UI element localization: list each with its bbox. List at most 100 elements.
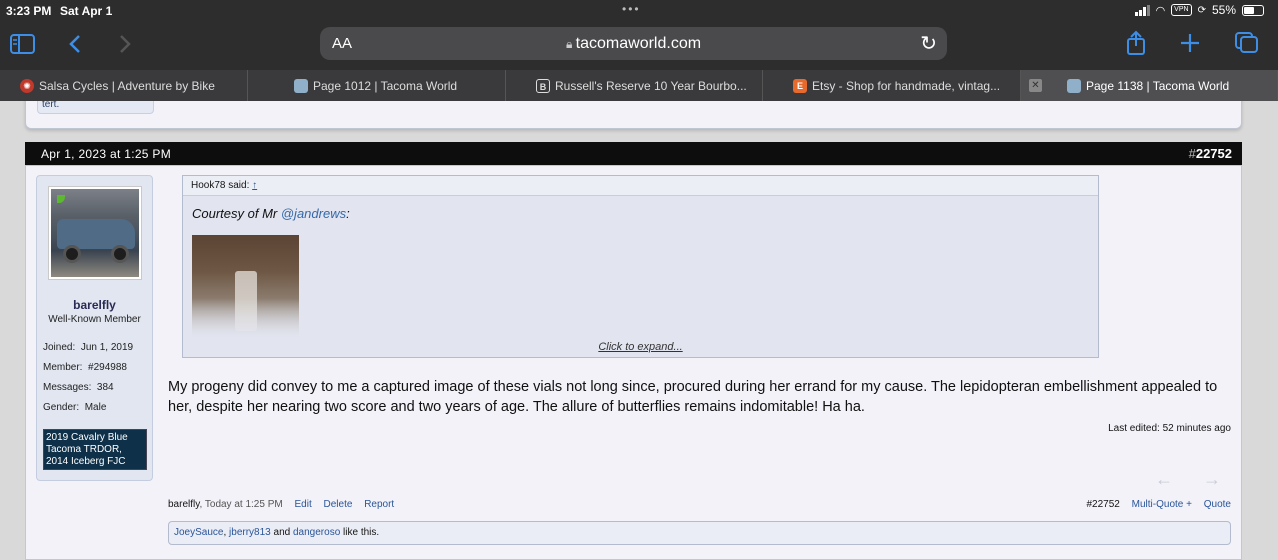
tacomaworld-favicon [294,78,308,93]
status-bar: 3:23 PM Sat Apr 1 ••• ◠ VPN ⟳ 55% [0,0,1278,22]
delete-link[interactable]: Delete [324,499,353,510]
salsa-favicon: ✺ [20,78,34,93]
multi-quote-link[interactable]: Multi-Quote + [1132,499,1192,510]
orientation-lock-icon: ⟳ [1197,4,1206,16]
likes-summary: JoeySauce, jberry813 and dangeroso like … [168,521,1231,545]
post-body: barelfly Well-Known Member Joined: Jun 1… [25,165,1242,560]
stat-value: Male [84,402,107,413]
reload-icon[interactable]: ↻ [920,31,937,56]
new-tab-icon[interactable] [1180,33,1200,53]
previous-post: tert. [25,101,1242,129]
stat-label: Gender: [43,402,80,413]
likes-separator: and [270,527,293,538]
wifi-icon: ◠ [1155,4,1166,17]
status-indicators: ◠ VPN ⟳ 55% [1134,3,1264,17]
quote-text-prefix: Courtesy of Mr [192,206,281,221]
tab-title: Salsa Cycles | Adventure by Bike [39,78,215,93]
last-edited: Last edited: 52 minutes ago [1108,423,1231,434]
status-time: 3:23 PM [6,4,52,18]
tab-bar: ✺ Salsa Cycles | Adventure by Bike Page … [0,70,1278,101]
likes-suffix: like this. [340,527,380,538]
post-date: Apr 1, 2023 at 1:25 PM [41,147,172,161]
quote-block: Hook78 said: ↑ Courtesy of Mr @jandrews:… [182,175,1099,358]
url-value: tacomaworld.com [575,35,702,52]
url-text[interactable]: 🔒︎ tacomaworld.com [320,35,947,53]
post-footer: barelfly, Today at 1:25 PM Edit Delete R… [168,499,1231,513]
post-footer-left: barelfly, Today at 1:25 PM Edit Delete R… [168,499,394,510]
etsy-favicon: E [793,78,807,93]
click-to-expand-link[interactable]: Click to expand... [183,341,1098,353]
post-nav: ←→ [1155,469,1221,490]
arrow-right-icon[interactable]: → [1203,469,1221,489]
avatar-image [51,189,139,277]
stat-label: Joined: [43,342,76,353]
user-stat: Joined: Jun 1, 2019 [43,342,133,353]
tacomaworld-favicon [1067,78,1081,93]
tab-russells-reserve[interactable]: B Russell's Reserve 10 Year Bourbo... [506,70,763,101]
address-bar[interactable]: AA 🔒︎ tacomaworld.com ↻ [320,27,947,60]
tab-etsy[interactable]: E Etsy - Shop for handmade, vintag... [763,70,1021,101]
close-tab-icon[interactable]: ✕ [1029,79,1042,92]
tab-salsa-cycles[interactable]: ✺ Salsa Cycles | Adventure by Bike [0,70,248,101]
quoted-image[interactable] [192,235,299,339]
quote-author: Hook78 said: [191,180,250,191]
status-date: Sat Apr 1 [60,4,113,18]
quote-text-suffix: : [346,206,350,221]
mention-link[interactable]: @jandrews [281,206,346,221]
share-icon[interactable] [1126,30,1146,56]
image-fade [192,299,299,339]
avatar[interactable] [48,186,142,280]
footer-author[interactable]: barelfly [168,499,200,510]
footer-timestamp[interactable]: , Today at 1:25 PM [200,499,283,510]
username[interactable]: barelfly [37,298,152,312]
quote-link[interactable]: Quote [1204,499,1231,510]
stat-value: #294988 [88,362,127,373]
forward-icon[interactable] [118,34,132,54]
user-stat: Gender: Male [43,402,106,413]
tab-page-1012[interactable]: Page 1012 | Tacoma World [248,70,506,101]
user-stat: Messages: 384 [43,382,114,393]
lock-icon: 🔒︎ [565,37,576,51]
tab-page-1138[interactable]: ✕ Page 1138 | Tacoma World [1021,70,1278,101]
quote-header: Hook78 said: ↑ [183,176,1098,196]
liker-link[interactable]: JoeySauce [174,527,223,538]
post-footer-right: #22752 Multi-Quote + Quote [1087,499,1232,510]
b-favicon: B [536,78,550,93]
battery-percent: 55% [1211,3,1236,17]
tab-title: Page 1012 | Tacoma World [313,78,458,93]
tab-title: Page 1138 | Tacoma World [1086,78,1230,93]
tab-title: Etsy - Shop for handmade, vintag... [812,78,1001,93]
user-signature: 2019 Cavalry Blue Tacoma TRDOR, 2014 Ice… [43,429,147,470]
footer-post-number[interactable]: #22752 [1087,499,1120,510]
wheel-shape [63,245,81,263]
quote-source-link[interactable]: ↑ [252,180,257,191]
browser-toolbar: AA 🔒︎ tacomaworld.com ↻ [0,22,1278,70]
stat-value: 384 [96,382,114,393]
wheel-shape [111,245,129,263]
stat-value: Jun 1, 2019 [80,342,134,353]
sidebar-icon[interactable] [10,34,35,54]
post-message: My progeny did convey to me a captured i… [168,379,1218,415]
tab-overview-icon[interactable] [1235,32,1259,54]
liker-link[interactable]: jberry813 [229,527,271,538]
tab-title: Russell's Reserve 10 Year Bourbo... [555,78,747,93]
stat-label: Member: [43,362,83,373]
signal-icon [1134,4,1150,16]
post-number[interactable]: #22752 [1189,146,1232,161]
multitasking-dots-icon[interactable]: ••• [622,2,641,16]
edit-link[interactable]: Edit [294,499,311,510]
post-number-prefix: # [1188,146,1196,161]
post-number-value: 22752 [1195,146,1232,161]
user-info: barelfly Well-Known Member Joined: Jun 1… [36,175,153,481]
user-title: Well-Known Member [48,314,141,325]
previous-signature: tert. [37,101,154,114]
post-header: Apr 1, 2023 at 1:25 PM #22752 [25,142,1242,165]
arrow-left-icon[interactable]: ← [1155,469,1203,489]
stat-label: Messages: [43,382,92,393]
vpn-badge: VPN [1171,4,1192,16]
report-link[interactable]: Report [364,499,394,510]
quote-text: Courtesy of Mr @jandrews: [192,206,350,221]
back-icon[interactable] [68,34,82,54]
battery-icon [1242,4,1264,16]
liker-link[interactable]: dangeroso [293,527,340,538]
